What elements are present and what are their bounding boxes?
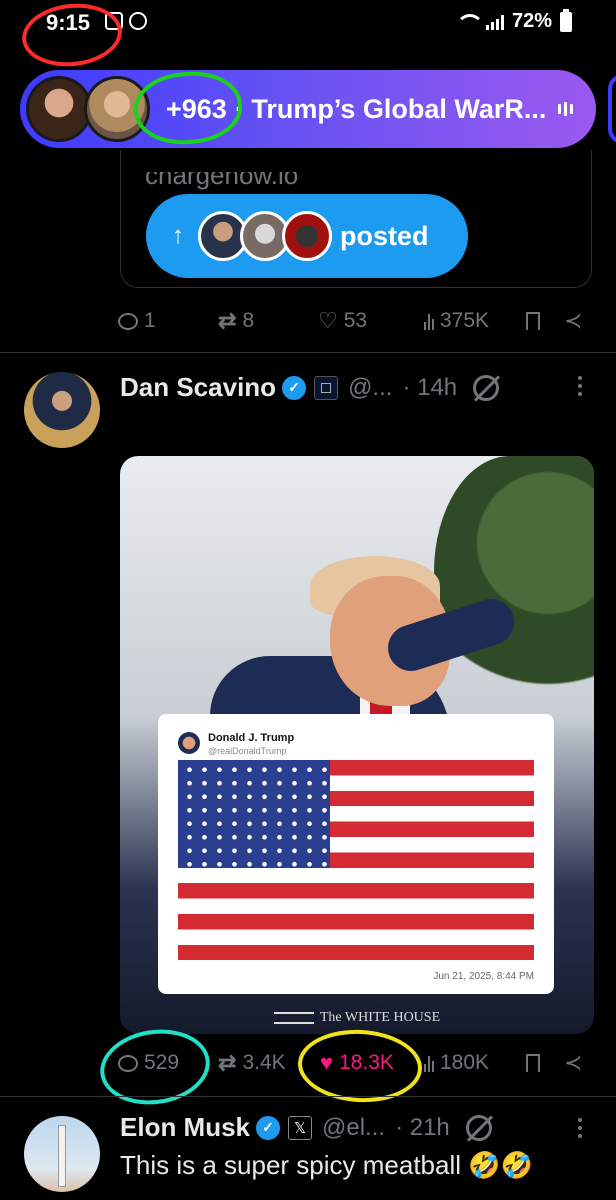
status-bar: 9:15 72% [0, 0, 616, 60]
divider [0, 352, 616, 353]
verified-icon: ✓ [256, 1115, 281, 1140]
wifi-icon [455, 13, 484, 30]
arrow-up-icon: ↑ [172, 222, 184, 249]
tweet-text: This is a super spicy meatball 🤣🤣 [120, 1150, 533, 1180]
bookmark-icon [526, 312, 540, 330]
reply-count: 529 [144, 1051, 180, 1074]
status-time: 9:15 [46, 10, 91, 35]
next-space-pill[interactable] [608, 74, 616, 144]
trees-background [434, 456, 594, 746]
embedded-post-card: Donald J. Trump @realDonaldTrump Jun 21,… [158, 714, 554, 994]
heart-icon: ♥ [320, 1050, 334, 1075]
like-count: 53 [343, 309, 368, 332]
grok-icon[interactable] [465, 1114, 492, 1141]
tweet-actions: 529 ⇄ 3.4K ♥ 18.3K 180K ≺ [118, 1046, 588, 1080]
embedded-author-name: Donald J. Trump [208, 732, 295, 744]
reply-icon [118, 312, 138, 330]
us-flag-image [178, 760, 534, 960]
avatar [178, 732, 200, 754]
retweet-count: 8 [242, 309, 255, 332]
status-right: 72% [455, 8, 572, 33]
tweet-actions: 1 ⇄ 8 ♡ 53 375K ≺ [118, 304, 588, 338]
reply-count: 1 [144, 309, 156, 332]
embedded-post-date: Jun 21, 2025, 8:44 PM [433, 971, 534, 982]
bookmark-button[interactable] [526, 312, 540, 330]
avatar[interactable] [24, 1116, 100, 1192]
reply-button[interactable]: 529 [118, 1051, 179, 1075]
retweet-icon: ⇄ [218, 1050, 237, 1075]
audio-bars-icon [558, 102, 574, 116]
divider [0, 1096, 616, 1097]
reply-icon [118, 1054, 138, 1072]
gallery-notification-icon [105, 12, 123, 30]
more-icon[interactable] [578, 1118, 582, 1138]
author-handle[interactable]: @... [348, 374, 392, 402]
heart-icon: ♡ [318, 308, 338, 333]
avatar [282, 211, 332, 261]
author-handle[interactable]: @el... [322, 1114, 385, 1142]
share-icon: ≺ [564, 308, 583, 333]
retweet-button[interactable]: ⇄ 3.4K [218, 1050, 286, 1076]
retweet-icon: ⇄ [218, 308, 237, 333]
space-host-avatar [26, 76, 92, 142]
white-house-watermark: The WHITE HOUSE [120, 1010, 594, 1026]
affiliation-badge-icon[interactable] [314, 375, 339, 400]
space-listener-count: +963 [166, 93, 227, 124]
new-posts-pill[interactable]: ↑ posted [146, 194, 468, 278]
tweet-header: Dan Scavino ✓ @... · 14h [120, 372, 500, 403]
space-title: · Trump’s Global WarR... [234, 93, 547, 124]
more-icon[interactable] [578, 376, 582, 396]
embedded-author-handle: @realDonaldTrump [208, 746, 287, 756]
author-name[interactable]: Elon Musk [120, 1112, 250, 1143]
tweet-time[interactable]: · 21h [395, 1114, 450, 1142]
retweet-button[interactable]: ⇄ 8 [218, 308, 254, 334]
live-space-pill[interactable]: +963 · Trump’s Global WarR... [20, 70, 596, 148]
views-count: 180K [440, 1051, 490, 1074]
share-icon: ≺ [564, 1050, 583, 1075]
grok-icon[interactable] [473, 374, 500, 401]
signal-icon [485, 14, 504, 30]
space-host-avatar [84, 76, 150, 142]
like-count: 18.3K [339, 1051, 394, 1074]
views-button[interactable]: 180K [424, 1051, 489, 1075]
battery-percent: 72% [511, 10, 552, 32]
like-button[interactable]: ♥ 18.3K [320, 1050, 394, 1076]
tweet-image[interactable]: Donald J. Trump @realDonaldTrump Jun 21,… [120, 456, 594, 1034]
new-posts-label: posted [340, 220, 429, 251]
share-button[interactable]: ≺ [564, 308, 582, 334]
views-icon [424, 313, 434, 330]
like-button[interactable]: ♡ 53 [318, 308, 367, 334]
notification-icons [105, 12, 147, 30]
tweet-header: Elon Musk ✓ 𝕏 @el... · 21h [120, 1112, 492, 1143]
white-house-watermark-text: The WHITE HOUSE [319, 1010, 441, 1025]
battery-icon [560, 8, 572, 32]
new-posts-avatars [198, 209, 334, 263]
views-button[interactable]: 375K [424, 309, 489, 333]
views-count: 375K [440, 309, 490, 332]
verified-icon: ✓ [282, 375, 307, 400]
author-name[interactable]: Dan Scavino [120, 372, 276, 403]
avatar[interactable] [24, 372, 100, 448]
tweet-time[interactable]: · 14h [402, 374, 457, 402]
space-host-avatars [20, 70, 150, 148]
share-button[interactable]: ≺ [564, 1050, 582, 1076]
sync-notification-icon [129, 12, 147, 30]
reply-button[interactable]: 1 [118, 309, 156, 333]
bookmark-icon [526, 1054, 540, 1072]
x-affiliation-icon[interactable]: 𝕏 [288, 1115, 313, 1140]
bookmark-button[interactable] [526, 1054, 540, 1072]
views-icon [424, 1055, 434, 1072]
retweet-count: 3.4K [242, 1051, 286, 1074]
white-house-logo-icon [273, 1011, 314, 1024]
